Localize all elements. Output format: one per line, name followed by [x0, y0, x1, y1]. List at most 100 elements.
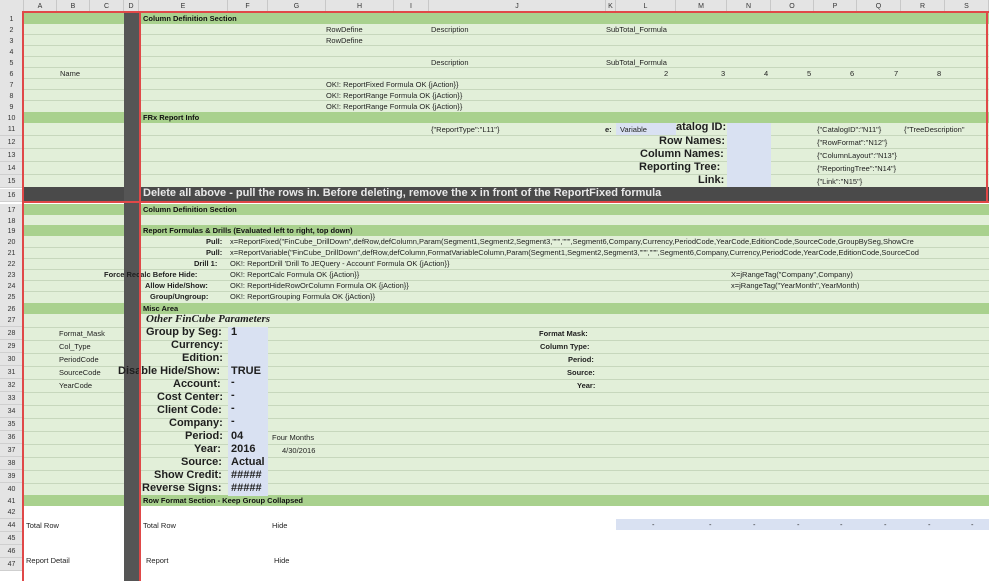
row-num[interactable]: 37 [0, 444, 24, 457]
cell-description[interactable]: Description [431, 24, 469, 35]
cell-range-tag-yearmonth[interactable]: x=jRangeTag("YearMonth",YearMonth) [731, 280, 859, 291]
value-cost-center[interactable]: - [231, 390, 235, 401]
cell-left-name[interactable]: Col_Type [59, 341, 91, 352]
value-show-credit[interactable]: ##### [231, 470, 262, 481]
cell-col-number[interactable]: 8 [937, 68, 941, 79]
row-num[interactable]: 29 [0, 340, 24, 353]
cell-description[interactable]: Description [431, 57, 469, 68]
row-num[interactable]: 11 [0, 123, 24, 136]
row-num[interactable]: 12 [0, 136, 24, 149]
row-num[interactable]: 34 [0, 405, 24, 418]
section-title-frx: FRx Report Info [143, 113, 200, 122]
cell-dash[interactable]: - [971, 519, 974, 530]
cell-col-number[interactable]: 7 [894, 68, 898, 79]
row-num[interactable]: 33 [0, 392, 24, 405]
value-period[interactable]: 04 [231, 431, 243, 442]
cell-col-number[interactable]: 2 [664, 68, 668, 79]
cell-rowdefine[interactable]: RowDefine [326, 35, 363, 46]
cell-e-label: e: [605, 125, 612, 134]
cell-range-tag-company[interactable]: X=jRangeTag("Company",Company) [731, 269, 853, 280]
value-company[interactable]: - [231, 416, 235, 427]
row-num[interactable]: 44 [0, 519, 24, 532]
cell-pull-formula[interactable]: x=ReportFixed("FinCube_DrillDown",defRow… [230, 236, 914, 247]
cell-col-number[interactable]: 3 [721, 68, 725, 79]
cell-dash[interactable]: - [753, 519, 756, 530]
value-client-code[interactable]: - [231, 403, 235, 414]
value-account[interactable]: - [231, 377, 235, 388]
cell-force-recalc[interactable]: OK!: ReportCalc Formula OK {jAction}} [230, 269, 359, 280]
cell-row-format-json[interactable]: {"RowFormat":"N12"} [817, 137, 887, 148]
row-num[interactable]: 13 [0, 149, 24, 162]
input-catalog-column[interactable] [727, 123, 771, 187]
cell-dash[interactable]: - [884, 519, 887, 530]
cell-dash[interactable]: - [840, 519, 843, 530]
cell-total-row[interactable]: Total Row [143, 520, 176, 531]
row-num[interactable]: 46 [0, 545, 24, 558]
cell-rowdefine[interactable]: RowDefine [326, 24, 363, 35]
cell-left-name[interactable]: Format_Mask [59, 328, 105, 339]
cell-col-number[interactable]: 5 [807, 68, 811, 79]
row-num[interactable]: 35 [0, 418, 24, 431]
cell-rep-tree-json[interactable]: {"ReportingTree":"N14"} [817, 163, 896, 174]
label-year-right: Year: [577, 381, 596, 390]
value-source[interactable]: Actual [231, 457, 265, 468]
value-reverse-signs[interactable]: ##### [231, 483, 262, 494]
cell-report[interactable]: Report [146, 555, 169, 566]
cell-hide[interactable]: Hide [274, 555, 289, 566]
cell-status[interactable]: OK!: ReportRange Formula OK {jAction}} [326, 90, 462, 101]
label-disable-hide-show: Disable Hide/Show: [118, 365, 221, 377]
cell-name[interactable]: Name [60, 68, 80, 79]
cell-subtotal-formula[interactable]: SubTotal_Formula [606, 57, 667, 68]
cell-link-json[interactable]: {"Link":"N15"} [817, 176, 862, 187]
cell-period-note[interactable]: Four Months [272, 432, 314, 443]
cell-dash[interactable]: - [797, 519, 800, 530]
cell-col-number[interactable]: 6 [850, 68, 854, 79]
cell-subtotal-formula[interactable]: SubTotal_Formula [606, 24, 667, 35]
row-num[interactable]: 39 [0, 470, 24, 483]
cell-total-row[interactable]: Total Row [26, 520, 59, 531]
value-group-by-seg[interactable]: 1 [231, 327, 237, 338]
row-num[interactable]: 28 [0, 327, 24, 340]
cell-catalog-json[interactable]: {"CatalogID":"N11"} [817, 124, 881, 135]
cell-left-name[interactable]: YearCode [59, 380, 92, 391]
row-num[interactable]: 38 [0, 457, 24, 470]
cell-status[interactable]: OK!: ReportRange Formula OK {jAction}} [326, 101, 462, 112]
row-num[interactable]: 27 [0, 314, 24, 327]
cell-left-name[interactable]: PeriodCode [59, 354, 99, 365]
cell-report-detail[interactable]: Report Detail [26, 555, 70, 566]
cell-variable[interactable]: Variable [620, 124, 647, 135]
label-client-code: Client Code: [157, 404, 222, 416]
row-num[interactable]: 42 [0, 506, 24, 519]
select-all-corner[interactable] [0, 0, 24, 13]
value-disable-hide-show[interactable]: TRUE [231, 366, 261, 377]
row-num[interactable]: 16 [0, 189, 24, 202]
cell-left-name[interactable]: SourceCode [59, 367, 101, 378]
cell-year-note[interactable]: 4/30/2016 [282, 445, 315, 456]
cell-col-layout-json[interactable]: {"ColumnLayout":"N13"} [817, 150, 897, 161]
cell-pull-formula[interactable]: x=ReportVariable("FinCube_DrillDown",def… [230, 247, 919, 258]
input-total-row-values[interactable] [616, 519, 989, 530]
section-title-formulas: Report Formulas & Drills (Evaluated left… [143, 226, 353, 235]
cell-col-number[interactable]: 4 [764, 68, 768, 79]
cell-dash[interactable]: - [928, 519, 931, 530]
cell-status[interactable]: OK!: ReportFixed Formula OK {jAction}} [326, 79, 459, 90]
cell-dash[interactable]: - [652, 519, 655, 530]
row-num[interactable]: 45 [0, 532, 24, 545]
cell-allow-hide-show[interactable]: OK!: ReportHideRowOrColumn Formula OK {j… [230, 280, 409, 291]
cell-report-type[interactable]: {"ReportType":"L11"} [431, 124, 499, 135]
row-num[interactable]: 30 [0, 353, 24, 366]
row-num[interactable]: 31 [0, 366, 24, 379]
cell-tree-desc[interactable]: {"TreeDescription" [904, 124, 965, 135]
row-num[interactable]: 32 [0, 379, 24, 392]
cell-drill-formula[interactable]: OK!: ReportDrill 'Drill To JEQuery - Acc… [230, 258, 449, 269]
row-num[interactable]: 36 [0, 431, 24, 444]
cell-grouping[interactable]: OK!: ReportGrouping Formula OK {jAction}… [230, 291, 375, 302]
cell-dash[interactable]: - [709, 519, 712, 530]
cell-hide[interactable]: Hide [272, 520, 287, 531]
row-num[interactable]: 14 [0, 162, 24, 175]
annotation-outline-right [986, 11, 988, 203]
spreadsheet[interactable]: A B C D E F G H I J K L M N O P Q R S 1 … [0, 0, 989, 581]
value-year[interactable]: 2016 [231, 444, 255, 455]
row-num[interactable]: 15 [0, 175, 24, 188]
row-num[interactable]: 47 [0, 558, 24, 571]
